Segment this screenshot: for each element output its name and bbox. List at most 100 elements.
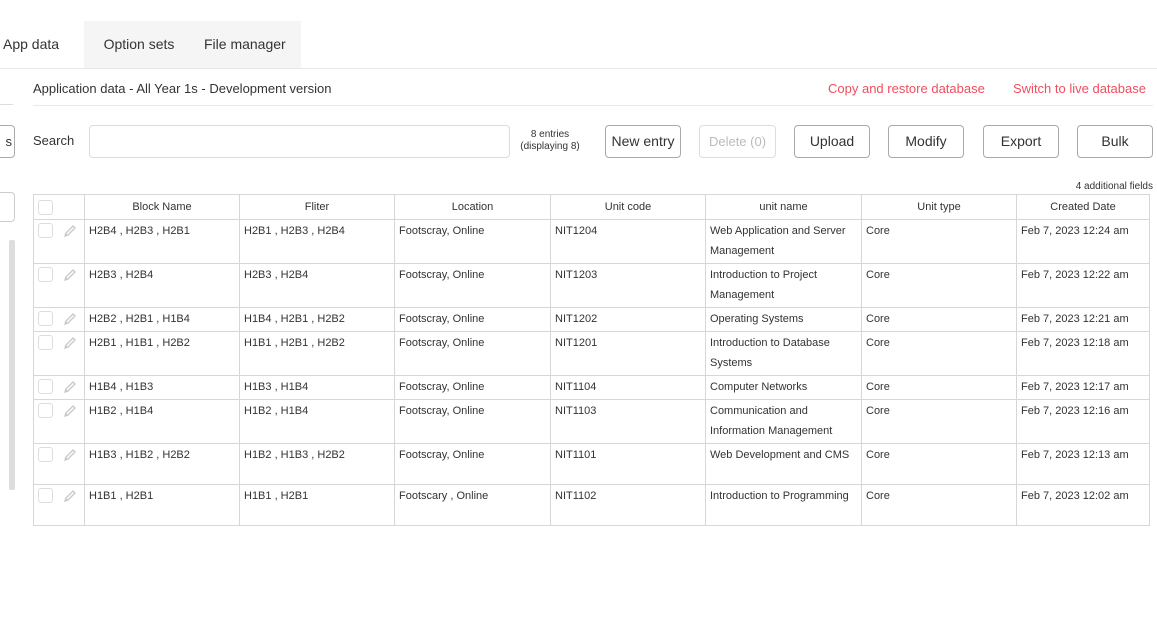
cell-block-name[interactable]: H2B4 , H2B3 , H2B1: [84, 219, 240, 264]
table-row[interactable]: H2B4 , H2B3 , H2B1 H2B1 , H2B3 , H2B4 Foot…: [33, 219, 1150, 264]
cell-unit-type[interactable]: Core: [861, 375, 1017, 400]
cell-unit-name[interactable]: Communication and Information Management: [705, 399, 862, 444]
pencil-icon[interactable]: [62, 403, 78, 419]
pencil-icon[interactable]: [62, 311, 78, 327]
left-panel-button[interactable]: s: [0, 125, 15, 158]
cell-fliter[interactable]: H2B1 , H2B3 , H2B4: [239, 219, 395, 264]
pencil-icon[interactable]: [62, 379, 78, 395]
copy-restore-database-link[interactable]: Copy and restore database: [828, 81, 985, 96]
cell-unit-type[interactable]: Core: [861, 331, 1017, 376]
cell-unit-type[interactable]: Core: [861, 263, 1017, 308]
cell-unit-name[interactable]: Introduction to Project Management: [705, 263, 862, 308]
cell-unit-name[interactable]: Introduction to Database Systems: [705, 331, 862, 376]
modify-button[interactable]: Modify: [888, 125, 964, 158]
cell-fliter[interactable]: H1B1 , H2B1 , H2B2: [239, 331, 395, 376]
column-header-created-date[interactable]: Created Date: [1016, 194, 1150, 220]
left-panel-input[interactable]: [0, 192, 15, 222]
cell-unit-name[interactable]: Web Development and CMS: [705, 443, 862, 485]
column-header-block-name[interactable]: Block Name: [84, 194, 240, 220]
pencil-icon[interactable]: [62, 447, 78, 463]
row-checkbox[interactable]: [38, 447, 53, 462]
tab-app-data[interactable]: App data: [0, 21, 84, 68]
cell-block-name[interactable]: H1B2 , H1B4: [84, 399, 240, 444]
upload-button[interactable]: Upload: [794, 125, 870, 158]
cell-location[interactable]: Footscray, Online: [394, 219, 551, 264]
bulk-button[interactable]: Bulk: [1077, 125, 1153, 158]
cell-block-name[interactable]: H1B1 , H2B1: [84, 484, 240, 526]
cell-block-name[interactable]: H1B3 , H1B2 , H2B2: [84, 443, 240, 485]
cell-fliter[interactable]: H1B4 , H2B1 , H2B2: [239, 307, 395, 332]
cell-created-date[interactable]: Feb 7, 2023 12:02 am: [1016, 484, 1150, 526]
cell-unit-code[interactable]: NIT1201: [550, 331, 706, 376]
cell-unit-name[interactable]: Computer Networks: [705, 375, 862, 400]
cell-created-date[interactable]: Feb 7, 2023 12:17 am: [1016, 375, 1150, 400]
row-checkbox[interactable]: [38, 379, 53, 394]
cell-unit-code[interactable]: NIT1202: [550, 307, 706, 332]
cell-location[interactable]: Footscray, Online: [394, 331, 551, 376]
column-header-location[interactable]: Location: [394, 194, 551, 220]
cell-location[interactable]: Footscray, Online: [394, 399, 551, 444]
cell-created-date[interactable]: Feb 7, 2023 12:18 am: [1016, 331, 1150, 376]
cell-fliter[interactable]: H1B2 , H1B3 , H2B2: [239, 443, 395, 485]
new-entry-button[interactable]: New entry: [605, 125, 681, 158]
cell-unit-code[interactable]: NIT1204: [550, 219, 706, 264]
table-row[interactable]: H1B2 , H1B4 H1B2 , H1B4 Footscray, Online N…: [33, 399, 1150, 444]
cell-location[interactable]: Footscray, Online: [394, 263, 551, 308]
cell-fliter[interactable]: H1B2 , H1B4: [239, 399, 395, 444]
cell-unit-type[interactable]: Core: [861, 484, 1017, 526]
column-header-unit-name[interactable]: unit name: [705, 194, 862, 220]
cell-created-date[interactable]: Feb 7, 2023 12:16 am: [1016, 399, 1150, 444]
cell-created-date[interactable]: Feb 7, 2023 12:24 am: [1016, 219, 1150, 264]
cell-unit-name[interactable]: Operating Systems: [705, 307, 862, 332]
pencil-icon[interactable]: [62, 223, 78, 239]
row-checkbox[interactable]: [38, 403, 53, 418]
cell-block-name[interactable]: H1B4 , H1B3: [84, 375, 240, 400]
tab-file-manager[interactable]: File manager: [194, 21, 301, 68]
cell-fliter[interactable]: H1B3 , H1B4: [239, 375, 395, 400]
cell-unit-code[interactable]: NIT1203: [550, 263, 706, 308]
table-row[interactable]: H2B1 , H1B1 , H2B2 H1B1 , H2B1 , H2B2 Foot…: [33, 331, 1150, 376]
cell-created-date[interactable]: Feb 7, 2023 12:21 am: [1016, 307, 1150, 332]
cell-location[interactable]: Footscray, Online: [394, 375, 551, 400]
table-row[interactable]: H1B3 , H1B2 , H2B2 H1B2 , H1B3 , H2B2 Foot…: [33, 443, 1150, 485]
row-checkbox[interactable]: [38, 311, 53, 326]
row-checkbox[interactable]: [38, 223, 53, 238]
cell-fliter[interactable]: H2B3 , H2B4: [239, 263, 395, 308]
column-header-fliter[interactable]: Fliter: [239, 194, 395, 220]
row-checkbox[interactable]: [38, 335, 53, 350]
switch-live-database-link[interactable]: Switch to live database: [1013, 81, 1146, 96]
cell-block-name[interactable]: H2B2 , H2B1 , H1B4: [84, 307, 240, 332]
cell-block-name[interactable]: H2B1 , H1B1 , H2B2: [84, 331, 240, 376]
cell-block-name[interactable]: H2B3 , H2B4: [84, 263, 240, 308]
cell-unit-type[interactable]: Core: [861, 219, 1017, 264]
delete-button[interactable]: Delete (0): [699, 125, 776, 158]
additional-fields-link[interactable]: 4 additional fields: [1076, 181, 1153, 192]
tab-option-sets[interactable]: Option sets: [84, 21, 194, 68]
cell-location[interactable]: Footscray, Online: [394, 443, 551, 485]
pencil-icon[interactable]: [62, 488, 78, 504]
column-header-unit-type[interactable]: Unit type: [861, 194, 1017, 220]
search-input[interactable]: [89, 125, 510, 158]
cell-unit-code[interactable]: NIT1102: [550, 484, 706, 526]
row-checkbox[interactable]: [38, 488, 53, 503]
cell-unit-type[interactable]: Core: [861, 307, 1017, 332]
cell-unit-name[interactable]: Introduction to Programming: [705, 484, 862, 526]
table-row[interactable]: H1B4 , H1B3 H1B3 , H1B4 Footscray, Online N…: [33, 375, 1150, 400]
cell-location[interactable]: Footscray, Online: [394, 307, 551, 332]
cell-location[interactable]: Footscary , Online: [394, 484, 551, 526]
cell-created-date[interactable]: Feb 7, 2023 12:13 am: [1016, 443, 1150, 485]
export-button[interactable]: Export: [983, 125, 1059, 158]
cell-fliter[interactable]: H1B1 , H2B1: [239, 484, 395, 526]
table-row[interactable]: H1B1 , H2B1 H1B1 , H2B1 Footscary , Online…: [33, 484, 1150, 526]
cell-unit-name[interactable]: Web Application and Server Management: [705, 219, 862, 264]
pencil-icon[interactable]: [62, 335, 78, 351]
cell-unit-code[interactable]: NIT1101: [550, 443, 706, 485]
cell-created-date[interactable]: Feb 7, 2023 12:22 am: [1016, 263, 1150, 308]
row-checkbox[interactable]: [38, 267, 53, 282]
column-header-unit-code[interactable]: Unit code: [550, 194, 706, 220]
cell-unit-code[interactable]: NIT1104: [550, 375, 706, 400]
select-all-checkbox[interactable]: [38, 200, 53, 215]
table-row[interactable]: H2B2 , H2B1 , H1B4 H1B4 , H2B1 , H2B2 Foot…: [33, 307, 1150, 332]
pencil-icon[interactable]: [62, 267, 78, 283]
cell-unit-type[interactable]: Core: [861, 399, 1017, 444]
